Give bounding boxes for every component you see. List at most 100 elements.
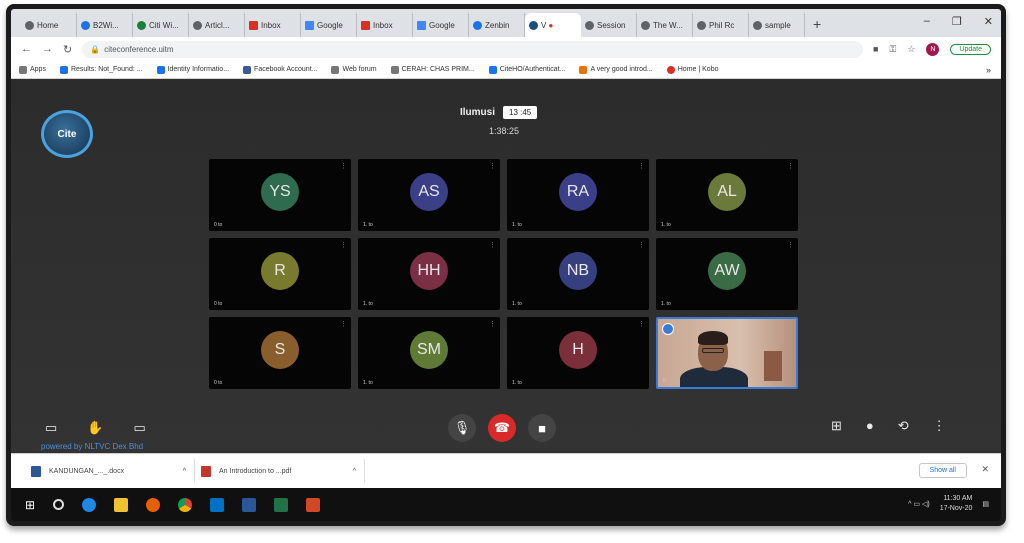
profile-avatar[interactable]: N [926,42,940,56]
tray-icons[interactable]: ^ ▭ ◁) [908,500,930,508]
tile-view-icon[interactable]: ⊞ [831,418,842,434]
participant-tile[interactable]: AL 1. to ⋮ [656,159,798,231]
notifications-icon[interactable]: ▤ [982,500,989,508]
back-icon[interactable]: ← [21,43,32,55]
bookmark-item[interactable]: Identity Informatio... [156,65,229,74]
bookmark-item[interactable]: Apps [19,65,46,74]
bookmark-icon [243,65,252,74]
browser-tab[interactable]: Inbox [245,13,301,37]
tile-menu-icon[interactable]: ⋮ [638,241,645,249]
tile-menu-icon[interactable]: ⋮ [340,162,347,170]
tile-menu-icon[interactable]: ⋮ [787,162,794,170]
powerpoint-icon[interactable] [306,497,321,512]
bookmark-label: Facebook Account... [254,66,318,73]
file-explorer-icon[interactable] [114,497,129,512]
left-controls: ▭ ✋ ▭ [45,420,146,436]
edge-icon[interactable] [82,497,97,512]
screen-share-icon[interactable]: ▭ [133,420,145,436]
download-item[interactable]: An Introduction to ...pdf ^ [195,459,365,483]
bookmark-item[interactable]: CERAH: CHAS PRIM... [390,65,475,74]
microphone-icon: 🎙 [453,420,471,435]
participant-tile[interactable]: NB 1. to ⋮ [507,238,649,310]
firefox-icon[interactable] [146,497,161,512]
tile-menu-icon[interactable]: ⋮ [787,241,794,249]
participant-tile[interactable]: AW 1. to ⋮ [656,238,798,310]
outlook-icon[interactable] [210,497,225,512]
participant-tile[interactable]: SM 1. to ⋮ [358,317,500,389]
bookmark-item[interactable]: Web forum [331,65,377,74]
key-icon[interactable]: ⚿ [889,44,896,55]
meeting-timer: 1:38:25 [489,126,520,136]
update-button[interactable]: Update [950,43,991,55]
clock[interactable]: 11:30 AM 17-Nov-20 [940,494,973,514]
search-icon[interactable] [53,499,65,510]
participant-video-tile[interactable]: 0 [656,317,798,389]
close-downloads-button[interactable]: ✕ [981,464,989,475]
address-bar[interactable]: 🔒 citeconference.uitm [82,40,864,58]
browser-tab[interactable]: Inbox [357,13,413,37]
tab-favicon-icon [697,20,706,30]
raise-hand-icon[interactable]: ✋ [87,420,103,436]
windows-start-icon[interactable]: ⊞ [25,498,35,512]
tile-menu-icon[interactable]: ⋮ [638,320,645,328]
camera-indicator-icon[interactable]: ■ [873,44,878,54]
bookmarks-overflow-button[interactable]: » [986,65,991,75]
star-icon[interactable]: ☆ [907,44,915,55]
windows-taskbar: ⊞ ^ ▭ ◁) 11:30 AM 17-Nov-20 ▤ [11,488,1001,521]
bookmark-item[interactable]: A very good introd... [579,65,653,74]
reload-icon[interactable]: ↻ [63,43,72,56]
participant-label: 0 to [214,301,223,307]
bookmark-item[interactable]: CiteHO/Authenticat... [488,65,565,74]
bookmark-item[interactable]: Results: Not_Found: ... [59,65,143,74]
more-options-icon[interactable]: ⋮ [933,418,946,434]
participant-tile[interactable]: RA 1. to ⋮ [507,159,649,231]
tile-menu-icon[interactable]: ⋮ [489,162,496,170]
participant-label: 1. to [363,380,373,386]
browser-tab[interactable]: Google [301,13,357,37]
participant-tile[interactable]: S 0 to ⋮ [209,317,351,389]
chat-icon[interactable]: ▭ [45,420,57,436]
tile-menu-icon[interactable]: ⋮ [489,241,496,249]
tab-favicon-icon [641,20,650,30]
tile-menu-icon[interactable]: ⋮ [489,320,496,328]
hang-up-button[interactable]: ☎ [488,414,516,442]
tile-menu-icon[interactable]: ⋮ [638,162,645,170]
chevron-up-icon[interactable]: ^ [183,468,186,475]
bookmark-item[interactable]: Facebook Account... [243,65,318,74]
forward-icon[interactable]: → [42,43,53,55]
browser-tab[interactable]: V ● [525,13,581,37]
browser-tab[interactable]: Zenbin [469,13,525,37]
close-window-button[interactable]: ✕ [984,15,993,28]
browser-tab[interactable]: Google [413,13,469,37]
browser-tab[interactable]: The W... [637,13,693,37]
microphone-button[interactable]: 🎙 [448,414,476,442]
browser-tab[interactable]: Home [21,13,77,37]
info-icon[interactable]: ● [866,418,874,434]
show-all-button[interactable]: Show all [918,463,967,478]
tile-menu-icon[interactable]: ⋮ [340,320,347,328]
browser-tab[interactable]: Articl... [189,13,245,37]
participant-tile[interactable]: HH 1. to ⋮ [358,238,500,310]
chevron-up-icon[interactable]: ^ [353,468,356,475]
tile-menu-icon[interactable]: ⋮ [340,241,347,249]
browser-tab[interactable]: sample [749,13,805,37]
excel-icon[interactable] [274,497,289,512]
browser-tab[interactable]: Session [581,13,637,37]
minimize-button[interactable]: – [924,15,930,28]
participant-tile[interactable]: YS 0 to ⋮ [209,159,351,231]
bookmark-item[interactable]: Home | Kobo [666,65,718,74]
settings-icon[interactable]: ⟲ [898,418,909,434]
browser-tab[interactable]: Citi Wi... [133,13,189,37]
browser-tab[interactable]: Phil Rc [693,13,749,37]
download-item[interactable]: KANDUNGAN_..._.docx ^ [25,459,195,483]
participant-tile[interactable]: H 1. to ⋮ [507,317,649,389]
maximize-button[interactable]: ❐ [952,15,962,28]
new-tab-button[interactable]: + [805,16,829,37]
chrome-icon[interactable] [178,497,193,512]
word-icon[interactable] [242,497,257,512]
camera-button[interactable]: ■ [528,414,556,442]
participant-tile[interactable]: R 0 to ⋮ [209,238,351,310]
browser-tab[interactable]: B2Wi... [77,13,133,37]
system-tray: ^ ▭ ◁) 11:30 AM 17-Nov-20 ▤ [908,494,989,514]
participant-tile[interactable]: AS 1. to ⋮ [358,159,500,231]
